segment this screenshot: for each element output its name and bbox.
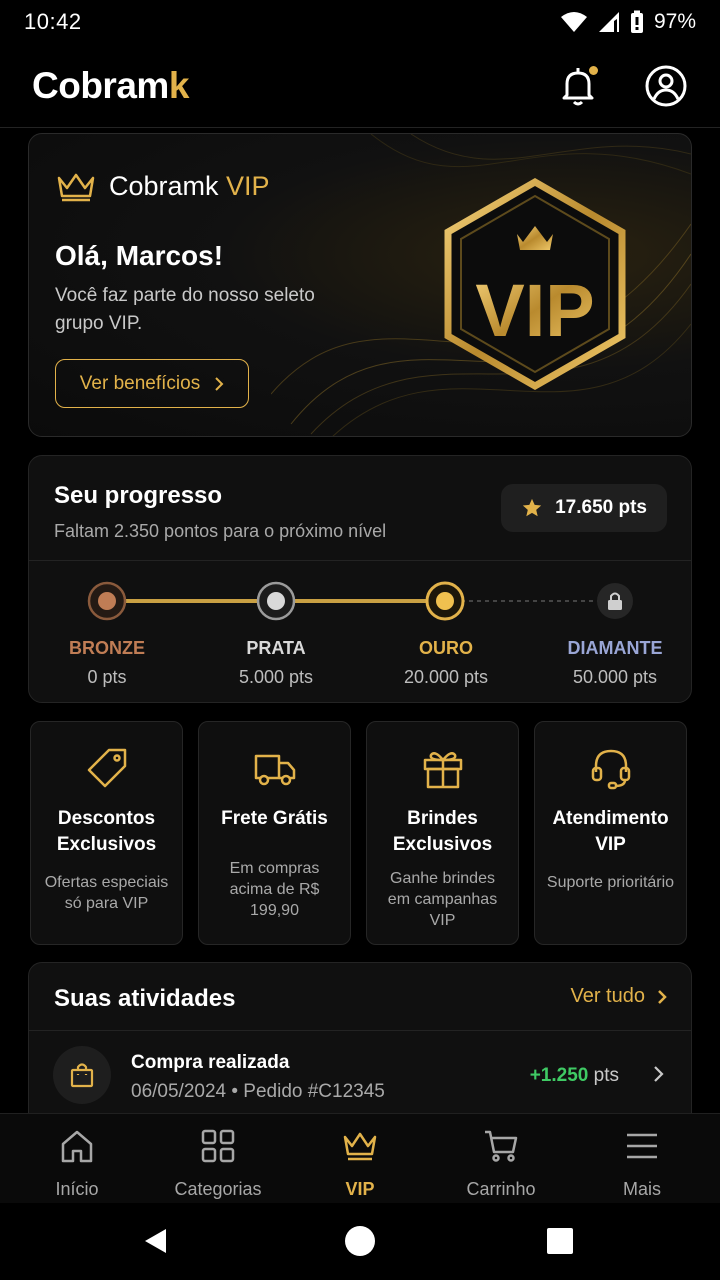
bottom-nav: Início Categorias VIP Carrinho Mais bbox=[0, 1113, 720, 1203]
notification-dot bbox=[589, 65, 598, 75]
tier-pts: 20.000 pts bbox=[403, 667, 489, 687]
activity-points: +1.250 pts bbox=[530, 1065, 619, 1087]
home-button-icon[interactable] bbox=[344, 1225, 376, 1257]
chevron-right-icon bbox=[658, 989, 667, 1004]
activity-points-value: +1.250 bbox=[529, 1065, 589, 1086]
tier-marker-diamante bbox=[597, 583, 633, 619]
home-icon bbox=[61, 1130, 93, 1163]
see-all-link[interactable]: Ver tudo bbox=[570, 985, 667, 1008]
nav-more[interactable]: Mais bbox=[582, 1128, 702, 1200]
tier-marker-ouro bbox=[425, 581, 465, 621]
nav-categories[interactable]: Categorias bbox=[158, 1128, 278, 1200]
see-all-label: Ver tudo bbox=[570, 985, 645, 1007]
progress-title: Seu progresso bbox=[54, 482, 223, 509]
progress-divider bbox=[29, 560, 691, 561]
benefit-card-support[interactable]: Atendimento VIP Suporte prioritário bbox=[534, 721, 687, 945]
nav-label: Carrinho bbox=[466, 1179, 536, 1199]
crown-icon bbox=[343, 1132, 377, 1161]
tier-prata: PRATA 5.000 pts bbox=[201, 638, 351, 688]
logo-accent: k bbox=[168, 64, 190, 106]
hero-brand-name: Cobramk bbox=[109, 170, 219, 201]
benefit-card-discounts[interactable]: Descontos Exclusivos Ofertas especiais s… bbox=[30, 721, 183, 945]
tier-marker-bronze bbox=[87, 581, 127, 621]
points-badge: 17.650 pts bbox=[501, 484, 667, 532]
nav-home[interactable]: Início bbox=[17, 1128, 137, 1200]
tier-ouro: OURO 20.000 pts bbox=[371, 638, 521, 688]
tier-name: PRATA bbox=[246, 638, 306, 658]
nav-label: Início bbox=[55, 1179, 99, 1199]
activity-row[interactable]: Compra realizada 06/05/2024 • Pedido #C1… bbox=[29, 1031, 691, 1121]
benefit-desc: Suporte prioritário bbox=[546, 874, 675, 891]
hero-subtitle: Você faz parte do nosso seleto grupo VIP… bbox=[55, 285, 315, 334]
app-logo[interactable]: Cobram k bbox=[32, 65, 189, 107]
points-value: 17.650 pts bbox=[555, 497, 647, 518]
benefit-desc: Ofertas especiais só para VIP bbox=[44, 874, 169, 912]
activities-title: Suas atividades bbox=[54, 985, 236, 1012]
hero-brand: Cobramk VIP bbox=[55, 170, 270, 202]
nav-cart[interactable]: Carrinho bbox=[441, 1128, 561, 1200]
view-benefits-label: Ver benefícios bbox=[79, 372, 201, 394]
tier-bronze: BRONZE 0 pts bbox=[32, 638, 182, 688]
grid-icon bbox=[201, 1129, 235, 1163]
benefit-title: Frete Grátis bbox=[221, 808, 328, 829]
chevron-right-icon bbox=[215, 376, 224, 391]
cart-icon bbox=[485, 1130, 518, 1162]
vip-hero-card: Cobramk VIP Olá, Marcos! Você faz parte … bbox=[28, 133, 692, 437]
nav-label: VIP bbox=[345, 1179, 375, 1199]
truck-icon bbox=[254, 754, 295, 786]
tier-name: BRONZE bbox=[69, 638, 145, 658]
tier-pts: 5.000 pts bbox=[238, 667, 314, 687]
benefit-title: Descontos Exclusivos bbox=[56, 808, 157, 855]
progress-subtitle: Faltam 2.350 pontos para o próximo nível bbox=[54, 521, 387, 541]
crown-icon bbox=[57, 173, 95, 202]
status-icons: 97% bbox=[560, 10, 696, 34]
status-bar: 10:42 97% bbox=[0, 0, 720, 44]
tier-diamante: DIAMANTE 50.000 pts bbox=[540, 638, 690, 688]
tier-marker-prata bbox=[256, 581, 296, 621]
benefit-card-free-shipping[interactable]: Frete Grátis Em compras acima de R$ 199,… bbox=[198, 721, 351, 945]
profile-icon[interactable] bbox=[644, 64, 688, 108]
system-nav-bar bbox=[0, 1203, 720, 1280]
tier-pts: 0 pts bbox=[87, 667, 127, 687]
activity-points-unit: pts bbox=[593, 1065, 619, 1086]
back-icon[interactable] bbox=[140, 1225, 172, 1257]
vip-badge-text: VIP bbox=[475, 269, 594, 352]
hero-greeting: Olá, Marcos! bbox=[55, 240, 224, 271]
shopping-bag-icon bbox=[70, 1063, 94, 1088]
benefit-desc: Em compras acima de R$ 199,90 bbox=[229, 860, 320, 919]
chevron-right-icon bbox=[654, 1066, 664, 1082]
activity-icon bbox=[53, 1046, 111, 1104]
activity-name: Compra realizada bbox=[131, 1052, 290, 1073]
view-benefits-button[interactable]: Ver benefícios bbox=[55, 359, 249, 408]
battery-icon bbox=[630, 10, 643, 33]
gift-icon bbox=[423, 752, 462, 789]
tier-track bbox=[87, 581, 633, 621]
hero-brand-vip: VIP bbox=[226, 170, 270, 201]
cellular-signal-icon bbox=[598, 12, 619, 32]
wifi-icon bbox=[560, 12, 587, 32]
benefit-title: Atendimento VIP bbox=[552, 808, 669, 855]
tier-name: OURO bbox=[419, 638, 473, 658]
star-icon bbox=[522, 498, 542, 517]
battery-percent: 97% bbox=[653, 10, 696, 33]
nav-label: Mais bbox=[622, 1179, 661, 1199]
menu-icon bbox=[627, 1133, 657, 1159]
tier-name: DIAMANTE bbox=[567, 638, 663, 658]
vip-badge: VIP bbox=[444, 177, 626, 391]
tier-pts: 50.000 pts bbox=[572, 667, 658, 687]
activity-meta: 06/05/2024 • Pedido #C12345 bbox=[131, 1081, 385, 1102]
benefit-title: Brindes Exclusivos bbox=[392, 808, 493, 855]
logo-text: Cobram bbox=[32, 64, 169, 106]
nav-label: Categorias bbox=[174, 1179, 262, 1199]
notifications-button[interactable] bbox=[556, 64, 600, 108]
app-header: Cobram k bbox=[0, 44, 720, 128]
recents-icon[interactable] bbox=[544, 1225, 576, 1257]
benefit-desc: Ganhe brindes em campanhas VIP bbox=[387, 870, 498, 929]
progress-card: Seu progresso Faltam 2.350 pontos para o… bbox=[28, 455, 692, 703]
headset-icon bbox=[591, 749, 630, 790]
status-time: 10:42 bbox=[24, 9, 82, 34]
benefit-card-gifts[interactable]: Brindes Exclusivos Ganhe brindes em camp… bbox=[366, 721, 519, 945]
nav-vip[interactable]: VIP bbox=[300, 1128, 420, 1200]
tag-icon bbox=[87, 748, 126, 788]
